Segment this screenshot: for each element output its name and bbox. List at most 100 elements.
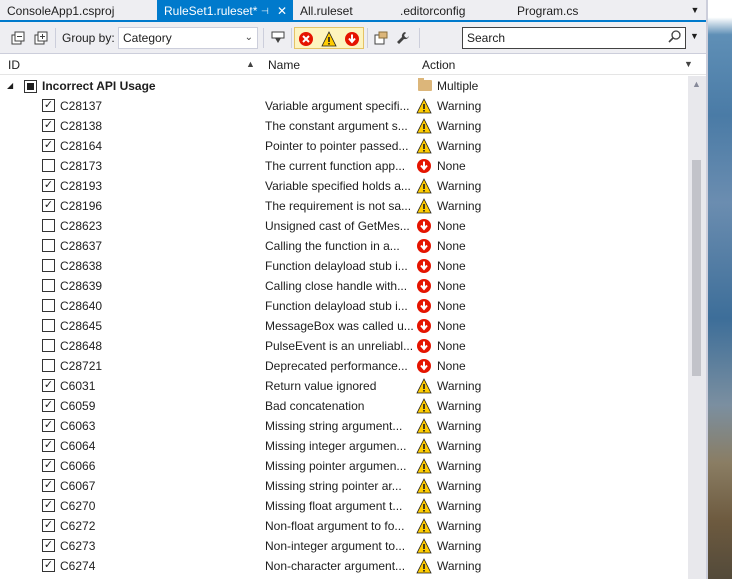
- rule-action[interactable]: Warning: [437, 99, 481, 113]
- rule-action[interactable]: Warning: [437, 199, 481, 213]
- warning-filter-icon[interactable]: [320, 30, 338, 48]
- rule-checkbox[interactable]: ✓: [42, 99, 55, 112]
- scroll-up-arrow-icon[interactable]: ▲: [692, 79, 701, 89]
- rule-checkbox[interactable]: ✓: [42, 199, 55, 212]
- rule-row[interactable]: ✓ C6272 Non-float argument to fo... Warning: [0, 516, 688, 536]
- rule-action[interactable]: None: [437, 339, 466, 353]
- error-filter-icon[interactable]: [297, 30, 315, 48]
- rule-action[interactable]: Warning: [437, 379, 481, 393]
- expand-all-icon[interactable]: [8, 28, 28, 48]
- rule-row[interactable]: C28637 Calling the function in a... None: [0, 236, 688, 256]
- rule-action[interactable]: Warning: [437, 559, 481, 573]
- rule-row[interactable]: ✓ C6270 Missing float argument t... Warning: [0, 496, 688, 516]
- rule-row[interactable]: ✓ C28196 The requirement is not sa... Warni…: [0, 196, 688, 216]
- tab-all-ruleset[interactable]: All.ruleset: [293, 0, 393, 20]
- rule-action[interactable]: Warning: [437, 499, 481, 513]
- rule-action[interactable]: None: [437, 279, 466, 293]
- rule-checkbox[interactable]: ✓: [42, 479, 55, 492]
- rule-row[interactable]: ✓ C28164 Pointer to pointer passed... Warni…: [0, 136, 688, 156]
- rule-checkbox[interactable]: ✓: [42, 439, 55, 452]
- rule-action[interactable]: Warning: [437, 459, 481, 473]
- rule-checkbox[interactable]: ✓: [42, 499, 55, 512]
- rule-checkbox[interactable]: [42, 219, 55, 232]
- rule-checkbox[interactable]: ✓: [42, 399, 55, 412]
- rule-checkbox[interactable]: ✓: [42, 119, 55, 132]
- rule-row[interactable]: C28623 Unsigned cast of GetMes... None: [0, 216, 688, 236]
- vertical-scrollbar[interactable]: ▲: [688, 76, 706, 579]
- rule-row[interactable]: ✓ C6273 Non-integer argument to... Warning: [0, 536, 688, 556]
- rule-action[interactable]: Warning: [437, 519, 481, 533]
- rule-row[interactable]: ✓ C6066 Missing pointer argumen... Warning: [0, 456, 688, 476]
- rule-row[interactable]: ✓ C6067 Missing string pointer ar... Warnin…: [0, 476, 688, 496]
- rule-checkbox[interactable]: ✓: [42, 559, 55, 572]
- rule-action[interactable]: None: [437, 259, 466, 273]
- rule-checkbox[interactable]: [42, 239, 55, 252]
- rule-action[interactable]: Warning: [437, 119, 481, 133]
- tab-editorconfig[interactable]: .editorconfig: [393, 0, 510, 20]
- rule-checkbox[interactable]: ✓: [42, 379, 55, 392]
- rule-row[interactable]: C28721 Deprecated performance... None: [0, 356, 688, 376]
- rule-checkbox[interactable]: ✓: [42, 179, 55, 192]
- rule-action[interactable]: None: [437, 319, 466, 333]
- rule-row[interactable]: ✓ C6274 Non-character argument... Warning: [0, 556, 688, 576]
- rule-row[interactable]: ✓ C6031 Return value ignored Warning: [0, 376, 688, 396]
- column-options-dropdown-icon[interactable]: ▼: [684, 59, 693, 69]
- rule-checkbox[interactable]: ✓: [42, 539, 55, 552]
- filter-icon[interactable]: [268, 28, 288, 48]
- rule-checkbox[interactable]: ✓: [42, 139, 55, 152]
- rule-action[interactable]: Warning: [437, 179, 481, 193]
- rule-row[interactable]: C28648 PulseEvent is an unreliabl... None: [0, 336, 688, 356]
- pin-icon[interactable]: ⊣: [261, 0, 269, 22]
- search-input[interactable]: Search: [462, 27, 686, 49]
- rule-row[interactable]: ✓ C28137 Variable argument specifi... Warni…: [0, 96, 688, 116]
- group-checkbox-indeterminate[interactable]: [24, 80, 37, 93]
- rule-checkbox[interactable]: [42, 359, 55, 372]
- tab-consoleapp1-csproj[interactable]: ConsoleApp1.csproj: [0, 0, 155, 20]
- rule-action[interactable]: Warning: [437, 439, 481, 453]
- rule-action[interactable]: None: [437, 359, 466, 373]
- rule-action[interactable]: Warning: [437, 539, 481, 553]
- rule-action[interactable]: Warning: [437, 139, 481, 153]
- search-icon[interactable]: [668, 29, 681, 49]
- rule-row[interactable]: ✓ C6064 Missing integer argumen... Warning: [0, 436, 688, 456]
- rule-action[interactable]: Warning: [437, 399, 481, 413]
- rule-row[interactable]: C28173 The current function app... None: [0, 156, 688, 176]
- rule-checkbox[interactable]: [42, 159, 55, 172]
- rule-action[interactable]: None: [437, 219, 466, 233]
- rule-row[interactable]: ✓ C28193 Variable specified holds a... Warn…: [0, 176, 688, 196]
- rule-row[interactable]: C28639 Calling close handle with... None: [0, 276, 688, 296]
- column-header-name[interactable]: Name: [268, 58, 300, 72]
- collapse-all-icon[interactable]: [31, 28, 51, 48]
- group-row[interactable]: ◢ Incorrect API Usage Multiple: [0, 76, 688, 96]
- rule-row[interactable]: C28640 Function delayload stub i... None: [0, 296, 688, 316]
- rule-row[interactable]: ✓ C6063 Missing string argument... Warning: [0, 416, 688, 436]
- rule-checkbox[interactable]: ✓: [42, 459, 55, 472]
- tab-overflow-dropdown-icon[interactable]: ▼: [689, 3, 701, 17]
- scrollbar-thumb[interactable]: [692, 160, 701, 376]
- tab-program-cs[interactable]: Program.cs: [510, 0, 630, 20]
- wrench-icon[interactable]: [393, 28, 413, 48]
- rule-row[interactable]: ✓ C6059 Bad concatenation Warning: [0, 396, 688, 416]
- rule-checkbox[interactable]: [42, 299, 55, 312]
- open-folder-icon[interactable]: [371, 28, 391, 48]
- rule-checkbox[interactable]: ✓: [42, 419, 55, 432]
- tab-ruleset1[interactable]: RuleSet1.ruleset* ⊣ ✕: [157, 0, 293, 20]
- rule-row[interactable]: ✓ C28138 The constant argument s... Warning: [0, 116, 688, 136]
- rule-row[interactable]: C28638 Function delayload stub i... None: [0, 256, 688, 276]
- rule-checkbox[interactable]: [42, 259, 55, 272]
- rule-checkbox[interactable]: [42, 339, 55, 352]
- collapse-arrow-icon[interactable]: ◢: [7, 81, 13, 90]
- group-by-select[interactable]: Category ⌄: [118, 27, 258, 49]
- search-options-dropdown-icon[interactable]: ▼: [690, 31, 699, 41]
- group-action[interactable]: Multiple: [437, 79, 478, 93]
- rule-action[interactable]: None: [437, 239, 466, 253]
- rule-action[interactable]: Warning: [437, 419, 481, 433]
- close-icon[interactable]: ✕: [277, 0, 287, 22]
- rule-row[interactable]: C28645 MessageBox was called u... None: [0, 316, 688, 336]
- column-header-id[interactable]: ID: [8, 58, 20, 72]
- rule-action[interactable]: None: [437, 159, 466, 173]
- rule-checkbox[interactable]: ✓: [42, 519, 55, 532]
- rule-checkbox[interactable]: [42, 319, 55, 332]
- column-header-action[interactable]: Action: [422, 58, 455, 72]
- rule-action[interactable]: Warning: [437, 479, 481, 493]
